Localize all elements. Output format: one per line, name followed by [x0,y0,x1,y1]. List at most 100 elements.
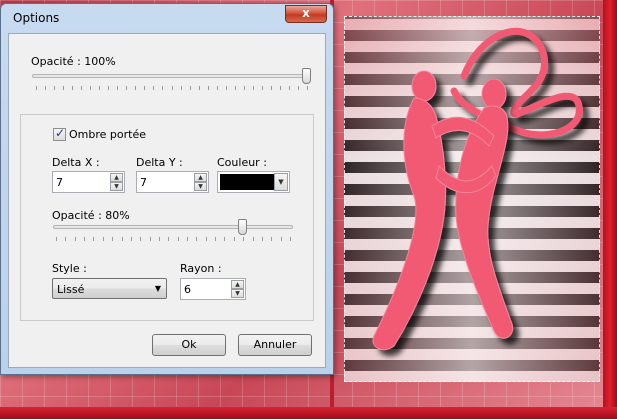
delta-y-value: 7 [140,176,147,189]
slider-tick [149,237,151,241]
slider-tick [307,86,308,90]
chevron-down-icon: ▼ [278,178,284,186]
slider-tick [252,237,254,241]
delta-y-spinbox[interactable]: 7 ▲ ▼ [136,171,209,193]
slider-tick [72,86,74,90]
image-frame-bottom-border [0,407,617,419]
cancel-button[interactable]: Annuler [238,334,312,356]
slider-tick [180,86,182,90]
delta-x-label: Delta X : [52,156,100,169]
shadow-opacity-slider-track[interactable] [53,225,293,229]
slider-tick [271,237,273,241]
delta-x-value: 7 [56,176,63,189]
slider-tick [158,237,160,241]
down-arrow-icon: ▼ [198,183,203,190]
shadow-opacity-label: Opacité : 80% [52,209,130,222]
slider-tick [290,237,291,241]
shadow-opacity-slider-thumb[interactable] [237,219,247,235]
slider-tick [224,237,226,241]
slider-tick [153,86,155,90]
slider-tick [171,86,173,90]
ok-button[interactable]: Ok [152,334,226,356]
radius-down-button[interactable]: ▼ [231,289,244,298]
slider-tick [121,237,123,241]
up-arrow-icon: ▲ [198,174,203,181]
slider-tick [189,86,191,90]
radius-value: 6 [184,283,191,296]
slider-tick [81,86,83,90]
delta-x-spinbox[interactable]: 7 ▲ ▼ [52,171,125,193]
slider-tick [108,86,110,90]
slider-tick [168,237,170,241]
slider-tick [84,237,86,241]
shadow-color-picker[interactable]: ▼ [217,171,290,193]
slider-tick [177,237,179,241]
up-arrow-icon: ▲ [235,281,240,288]
slider-tick [216,86,218,90]
slider-tick [198,86,200,90]
slider-tick [261,86,263,90]
opacity-slider-track[interactable] [32,74,311,78]
slider-tick [65,237,67,241]
slider-tick [140,237,142,241]
delta-y-up-button[interactable]: ▲ [194,173,207,182]
color-label: Couleur : [217,156,267,169]
color-swatch [220,174,274,190]
delta-x-down-button[interactable]: ▼ [110,182,123,191]
slider-tick [144,86,146,90]
down-arrow-icon: ▼ [235,290,240,297]
dialog-title: Options [13,11,60,25]
slider-tick [56,237,57,241]
slider-tick [74,237,76,241]
slider-tick [112,237,114,241]
shadow-group: ✓ Ombre portée Delta X : 7 ▲ ▼ Delta Y :… [20,114,314,321]
slider-tick [162,86,164,90]
image-frame-right-border [603,0,617,419]
dialog-titlebar[interactable]: Options x [1,4,333,32]
style-label: Style : [52,262,87,275]
radius-spinbox[interactable]: 6 ▲ ▼ [180,278,246,300]
up-arrow-icon: ▲ [114,174,119,181]
dialog-client-area: Opacité : 100% ✓ Ombre portée Delta X : … [8,33,326,368]
close-button[interactable]: x [285,5,327,23]
slider-tick [252,86,254,90]
slider-tick [102,237,104,241]
color-dropdown-button[interactable]: ▼ [274,173,288,191]
drop-shadow-checkbox[interactable]: ✓ [53,126,66,141]
delta-x-up-button[interactable]: ▲ [110,173,123,182]
slider-tick [261,237,263,241]
slider-tick [54,86,56,90]
slider-tick [90,86,92,90]
slider-tick [225,86,227,90]
chevron-down-icon: ▼ [154,284,161,293]
slider-tick [130,237,132,241]
down-arrow-icon: ▼ [114,183,119,190]
slider-tick [279,86,281,90]
slider-tick [187,237,189,241]
delta-y-label: Delta Y : [136,156,183,169]
radius-up-button[interactable]: ▲ [231,280,244,289]
close-icon: x [302,6,310,20]
opacity-slider-thumb[interactable] [302,68,311,84]
slider-tick [36,86,37,90]
slider-tick [215,237,217,241]
shadow-opacity-slider-ticks [56,237,291,241]
slider-tick [99,86,101,90]
delta-y-down-button[interactable]: ▼ [194,182,207,191]
style-selected-value: Lissé [57,283,85,296]
slider-tick [93,237,95,241]
opacity-slider-ticks [36,86,308,90]
options-dialog: Options x Opacité : 100% ✓ Ombre portée … [0,3,334,375]
slider-tick [196,237,198,241]
slider-tick [297,86,299,90]
slider-tick [117,86,119,90]
slider-tick [288,86,290,90]
slider-tick [270,86,272,90]
style-select[interactable]: Lissé ▼ [52,278,167,299]
slider-tick [243,86,245,90]
slider-tick [207,86,209,90]
slider-tick [45,86,47,90]
slider-tick [234,86,236,90]
drop-shadow-label: Ombre portée [69,128,146,141]
slider-tick [205,237,207,241]
